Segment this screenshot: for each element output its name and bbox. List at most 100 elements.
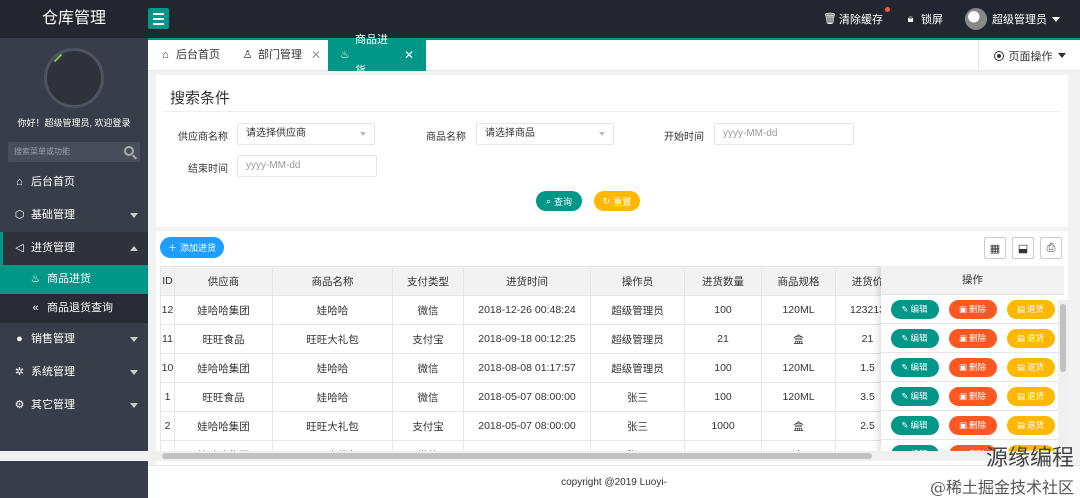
sidebar-item-purchase[interactable]: ◁ 进货管理 — [0, 232, 148, 265]
table-header-cell[interactable]: 操作员 — [590, 266, 685, 296]
close-icon[interactable]: ✕ — [404, 40, 414, 71]
delete-button-label: 删除 — [969, 304, 987, 314]
delete-button[interactable]: ▣删除 — [948, 386, 997, 406]
sidebar-item-basic[interactable]: ⬡ 基础管理 — [0, 199, 148, 232]
edit-button-label: 编辑 — [910, 391, 928, 401]
table-cell: 2 — [160, 411, 175, 441]
delete-button-label: 删除 — [969, 362, 987, 372]
sidebar-subitem-goods-purchase[interactable]: ♨ 商品进货 — [0, 265, 148, 294]
table-cell: 盒 — [761, 324, 836, 354]
chevron-down-icon — [130, 337, 138, 342]
table-header-cell[interactable]: 进货时间 — [463, 266, 591, 296]
sidebar-subitem-label: 商品退货查询 — [47, 302, 113, 314]
end-time-input[interactable]: yyyy-MM-dd — [237, 155, 377, 177]
sidebar-item-system[interactable]: ✲ 系统管理 — [0, 356, 148, 389]
columns-filter-button[interactable]: ▦ — [984, 237, 1006, 259]
table-header-cell[interactable]: 供应商 — [174, 266, 273, 296]
lock-screen-label: 锁屏 — [921, 14, 943, 26]
return-button[interactable]: ▤退货 — [1006, 386, 1055, 406]
refresh-icon: ↻ — [602, 195, 611, 206]
user-menu[interactable]: 超级管理员 — [965, 8, 1060, 30]
table-cell: 娃哈哈集团 — [174, 295, 273, 325]
return-icon: ▤ — [1016, 303, 1025, 314]
volume-icon: ◁ — [15, 242, 24, 254]
table-cell: 120ML — [761, 295, 836, 325]
table-header-cell[interactable]: 进货数量 — [684, 266, 762, 296]
table-row[interactable]: 2 娃哈哈集团 旺旺大礼包 支付宝 2018-05-07 08:00:00 张三 1000 盒… — [160, 411, 900, 441]
return-button-label: 退货 — [1027, 391, 1045, 401]
delete-button[interactable]: ▣删除 — [948, 299, 997, 319]
table-header-cell[interactable]: 商品名称 — [272, 266, 393, 296]
menu-toggle-button[interactable] — [148, 8, 169, 29]
chevron-down-icon — [360, 132, 366, 136]
edit-button[interactable]: ✎编辑 — [890, 357, 939, 377]
goods-select-value: 请选择商品 — [485, 128, 535, 139]
table-row[interactable]: 10 娃哈哈集团 娃哈哈 微信 2018-08-08 01:17:57 超级管理员 100 1… — [160, 353, 900, 383]
divider — [164, 111, 1060, 112]
table-row[interactable]: 12 娃哈哈集团 娃哈哈 微信 2018-12-26 00:48:24 超级管理员 100 1… — [160, 295, 900, 325]
table-cell: 10 — [160, 353, 175, 383]
table-row[interactable]: 11 旺旺食品 旺旺大礼包 支付宝 2018-09-18 00:12:25 超级管理员 21… — [160, 324, 900, 354]
table-header-cell[interactable]: 商品规格 — [761, 266, 836, 296]
table-cell: 娃哈哈集团 — [174, 411, 273, 441]
return-button[interactable]: ▤退货 — [1006, 299, 1055, 319]
sidebar-item-other[interactable]: ⚙︎ 其它管理 — [0, 389, 148, 422]
delete-button[interactable]: ▣删除 — [948, 357, 997, 377]
query-button[interactable]: ⌕ 查询 — [536, 191, 582, 211]
search-icon[interactable] — [124, 146, 134, 156]
lock-screen-button[interactable]: 🔒︎ 锁屏 — [905, 11, 943, 27]
fire-icon: ♨ — [340, 49, 350, 61]
start-time-input[interactable]: yyyy-MM-dd — [714, 123, 854, 145]
close-icon[interactable]: ✕ — [311, 40, 321, 71]
table-cell: 张三 — [590, 411, 685, 441]
page-operation-menu[interactable]: 页面操作 — [978, 40, 1080, 71]
edit-button[interactable]: ✎编辑 — [890, 386, 939, 406]
edit-button[interactable]: ✎编辑 — [890, 328, 939, 348]
table-cell: 超级管理员 — [590, 324, 685, 354]
print-button[interactable]: ⎙ — [1040, 237, 1062, 259]
double-left-icon: « — [32, 302, 39, 314]
return-button[interactable]: ▤退货 — [1006, 357, 1055, 377]
start-time-label: 开始时间 — [664, 132, 704, 143]
chevron-down-icon — [130, 370, 138, 375]
sidebar-subitem-goods-return[interactable]: « 商品退货查询 — [0, 294, 148, 323]
tab-department[interactable]: ♙ 部门管理 ✕ — [230, 40, 333, 71]
goods-select[interactable]: 请选择商品 — [476, 123, 614, 145]
table-cell: 100 — [684, 382, 762, 412]
return-button[interactable]: ▤退货 — [1006, 415, 1055, 435]
delete-button[interactable]: ▣删除 — [948, 328, 997, 348]
return-button-label: 退货 — [1027, 420, 1045, 430]
supplier-select[interactable]: 请选择供应商 — [237, 123, 375, 145]
watermark: 源缘编程 @稀土掘金技术社区 — [930, 440, 1074, 498]
clear-cache-button[interactable]: 🗑 清除缓存 — [823, 7, 890, 27]
table-header-cell[interactable]: 支付类型 — [392, 266, 464, 296]
return-icon: ▤ — [1016, 361, 1025, 372]
edit-button-label: 编辑 — [910, 304, 928, 314]
export-button[interactable]: ⬓ — [1012, 237, 1034, 259]
grid-icon: ▦ — [989, 242, 1001, 255]
edit-button[interactable]: ✎编辑 — [890, 415, 939, 435]
table-cell: 微信 — [392, 382, 464, 412]
tab-label: 部门管理 — [258, 49, 302, 61]
sidebar-item-home[interactable]: ⌂ 后台首页 — [0, 166, 148, 199]
table-header-row: ID 供应商 商品名称 支付类型 进货时间 操作员 进货数量 商品规格 进货价 — [160, 266, 900, 296]
table-cell: 旺旺大礼包 — [272, 411, 393, 441]
delete-button[interactable]: ▣删除 — [948, 415, 997, 435]
return-button-label: 退货 — [1027, 333, 1045, 343]
tab-goods-purchase[interactable]: ♨ 商品进货 ✕ — [328, 34, 426, 77]
horizontal-scrollbar[interactable] — [0, 451, 1068, 461]
sidebar-search-input[interactable]: 搜索菜单或功能 — [8, 142, 140, 162]
top-right-actions: 🗑 清除缓存 🔒︎ 锁屏 超级管理员 — [823, 0, 1060, 38]
scrollbar-thumb[interactable] — [162, 453, 872, 459]
table-cell: 2018-08-08 01:17:57 — [463, 353, 591, 383]
reset-button[interactable]: ↻ 重置 — [594, 191, 640, 211]
return-button[interactable]: ▤退货 — [1006, 328, 1055, 348]
vertical-scrollbar[interactable] — [1058, 300, 1068, 450]
edit-button[interactable]: ✎编辑 — [890, 299, 939, 319]
table-header-cell[interactable]: ID — [160, 266, 175, 296]
scrollbar-thumb[interactable] — [1060, 304, 1066, 372]
sidebar-item-sales[interactable]: ● 销售管理 — [0, 323, 148, 356]
table-row[interactable]: 1 旺旺食品 娃哈哈 微信 2018-05-07 08:00:00 张三 100 120ML 3… — [160, 382, 900, 412]
add-purchase-button[interactable]: ＋ 添加进货 — [160, 237, 224, 258]
tab-home[interactable]: ⌂ 后台首页 — [148, 40, 232, 71]
